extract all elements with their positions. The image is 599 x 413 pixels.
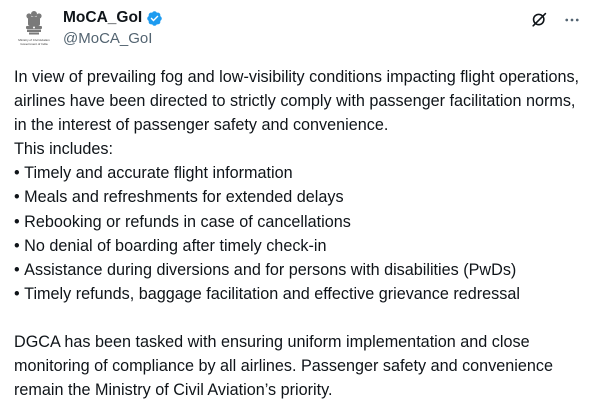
tweet-closing: DGCA has been tasked with ensuring unifo… bbox=[14, 332, 553, 400]
display-name-row: MoCA_GoI bbox=[63, 8, 163, 28]
national-emblem-icon bbox=[26, 11, 42, 35]
verified-badge-icon bbox=[146, 10, 163, 27]
grok-icon[interactable] bbox=[530, 10, 549, 29]
more-icon[interactable] bbox=[563, 11, 581, 29]
bullet-list: Timely and accurate flight information M… bbox=[14, 161, 586, 306]
bullet-item: No denial of boarding after timely check… bbox=[14, 234, 586, 258]
bullet-item: Timely and accurate flight information bbox=[14, 161, 586, 185]
bullet-item: Meals and refreshments for extended dela… bbox=[14, 185, 586, 209]
tweet-intro: In view of prevailing fog and low-visibi… bbox=[14, 68, 580, 135]
tweet-includes-label: This includes: bbox=[14, 140, 113, 159]
tweet-actions bbox=[530, 10, 581, 29]
bullet-item: Assistance during diversions and for per… bbox=[14, 258, 586, 282]
tweet-header: MoCA_GoI @MoCA_GoI bbox=[63, 8, 163, 47]
avatar-caption: Ministry of Civil Aviation Government of… bbox=[18, 38, 49, 46]
bullet-item: Rebooking or refunds in case of cancella… bbox=[14, 210, 586, 234]
avatar-caption-line2: Government of India bbox=[20, 41, 48, 46]
tweet-text: In view of prevailing fog and low-visibi… bbox=[14, 65, 586, 402]
display-name[interactable]: MoCA_GoI bbox=[63, 9, 142, 27]
bullet-item: Timely refunds, baggage facilitation and… bbox=[14, 282, 586, 306]
handle[interactable]: @MoCA_GoI bbox=[63, 30, 163, 47]
tweet: Ministry of Civil Aviation Government of… bbox=[0, 0, 599, 413]
avatar[interactable]: Ministry of Civil Aviation Government of… bbox=[14, 10, 54, 50]
